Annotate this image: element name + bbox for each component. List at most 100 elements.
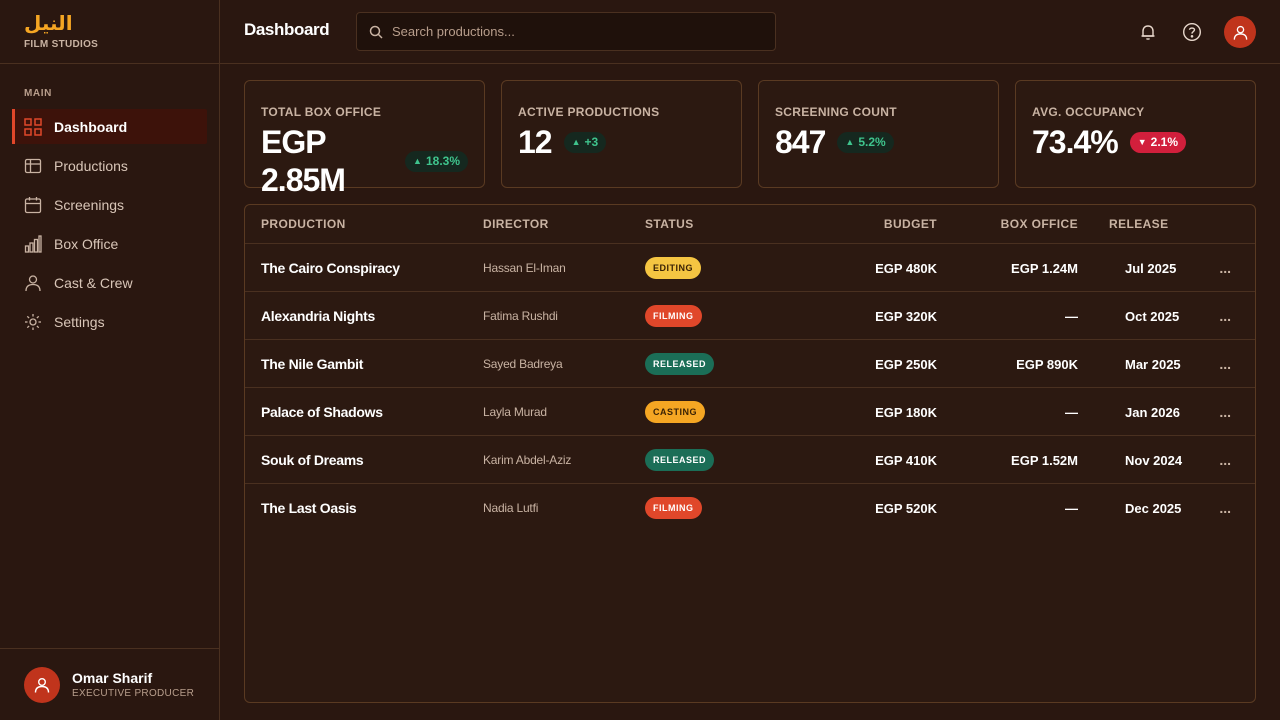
release-date: Jan 2026 — [1125, 404, 1180, 420]
sidebar-item-label: Productions — [54, 157, 128, 174]
stat-label: AVG. OCCUPANCY — [1032, 105, 1145, 119]
budget-value: EGP 180K — [875, 404, 937, 420]
column-header-production[interactable]: PRODUCTION — [261, 217, 346, 231]
column-header-budget[interactable]: BUDGET — [884, 217, 937, 231]
table-row[interactable]: Souk of Dreams Karim Abdel-Aziz RELEASED EG… — [245, 436, 1255, 484]
budget-value: EGP 480K — [875, 260, 937, 276]
more-options-button[interactable]: ... — [1219, 340, 1231, 388]
column-header-director[interactable]: DIRECTOR — [483, 217, 549, 231]
table-row[interactable]: The Nile Gambit Sayed Badreya RELEASED EGP … — [245, 340, 1255, 388]
person-icon — [24, 274, 42, 292]
table-row[interactable]: The Last Oasis Nadia Lutfi FILMING EGP 520K… — [245, 484, 1255, 532]
stat-delta-badge: ▲ 5.2% — [837, 131, 894, 153]
brand[interactable]: النيل FILM STUDIOS — [0, 0, 219, 64]
more-options-button[interactable]: ... — [1219, 388, 1231, 436]
sidebar-item-label: Cast & Crew — [54, 274, 133, 291]
release-date: Oct 2025 — [1125, 308, 1180, 324]
stat-cards: TOTAL BOX OFFICE EGP 2.85M ▲ 18.3% ACTIVE… — [244, 80, 1256, 198]
brand-subtitle: FILM STUDIOS — [24, 39, 99, 50]
director-name: Karim Abdel-Aziz — [483, 453, 572, 467]
stat-value: 73.4% — [1032, 124, 1119, 160]
director-name: Hassan El-Iman — [483, 261, 566, 275]
account-avatar-button[interactable] — [1224, 16, 1256, 48]
stat-label: SCREENING COUNT — [775, 105, 897, 119]
production-title[interactable]: The Cairo Conspiracy — [261, 244, 400, 292]
sidebar-item-productions[interactable]: Productions — [12, 148, 207, 183]
box-office-value: EGP 1.52M — [1011, 452, 1078, 468]
budget-value: EGP 250K — [875, 356, 937, 372]
grid-icon — [24, 117, 42, 136]
budget-value: EGP 520K — [875, 500, 937, 516]
brand-logo[interactable]: النيل — [24, 12, 195, 34]
director-name: Layla Murad — [483, 405, 547, 419]
bell-icon — [1141, 25, 1155, 40]
arrow-up-icon: ▲ — [571, 137, 581, 147]
stat-card-box-office: TOTAL BOX OFFICE EGP 2.85M ▲ 18.3% — [244, 80, 485, 198]
budget-value: EGP 410K — [875, 452, 937, 468]
budget-value: EGP 320K — [875, 308, 937, 324]
column-header-status[interactable]: STATUS — [645, 217, 694, 231]
user-icon — [34, 677, 50, 693]
table-body: The Cairo Conspiracy Hassan El-Iman EDITIN… — [245, 244, 1255, 532]
status-cell: FILMING — [645, 292, 702, 340]
stat-delta-badge: ▼ 2.1% — [1129, 131, 1187, 153]
avatar[interactable] — [24, 666, 60, 703]
nav-section-label: MAIN — [24, 88, 52, 99]
sidebar-item-dashboard[interactable]: Dashboard — [12, 109, 207, 144]
director-name: Sayed Badreya — [483, 357, 563, 371]
productions-table: PRODUCTION DIRECTOR STATUS BUDGET BOX OF… — [244, 204, 1256, 703]
sidebar-item-box-office[interactable]: Box Office — [12, 226, 207, 261]
sidebar-item-settings[interactable]: Settings — [12, 304, 207, 339]
more-options-button[interactable]: ... — [1219, 436, 1231, 484]
box-office-value: — — [1065, 500, 1078, 516]
production-title[interactable]: Alexandria Nights — [261, 292, 375, 340]
table-row[interactable]: Palace of Shadows Layla Murad CASTING EGP 1… — [245, 388, 1255, 436]
more-options-button[interactable]: ... — [1219, 292, 1231, 340]
arrow-down-icon: ▼ — [1137, 137, 1147, 147]
production-title[interactable]: Souk of Dreams — [261, 436, 364, 484]
status-cell: RELEASED — [645, 436, 715, 484]
production-title[interactable]: Palace of Shadows — [261, 388, 383, 436]
stat-delta: 18.3% — [425, 154, 460, 168]
status-cell: RELEASED — [645, 340, 715, 388]
stat-delta: 5.2% — [858, 135, 886, 149]
user-name: Omar Sharif — [72, 670, 153, 686]
search-input[interactable] — [392, 24, 752, 39]
help-button[interactable] — [1176, 16, 1208, 48]
status-badge: FILMING — [645, 497, 702, 519]
search-bar[interactable] — [356, 12, 776, 51]
status-cell: CASTING — [645, 388, 705, 436]
status-badge: RELEASED — [645, 353, 715, 375]
stat-value: 847 — [775, 124, 826, 160]
help-icon — [1182, 22, 1202, 42]
status-badge: FILMING — [645, 305, 702, 327]
director-name: Fatima Rushdi — [483, 309, 558, 323]
stat-card-avg-occupancy: AVG. OCCUPANCY 73.4% ▼ 2.1% — [1015, 80, 1256, 188]
topbar: Dashboard — [220, 0, 1280, 64]
table-row[interactable]: Alexandria Nights Fatima Rushdi FILMING EGP… — [245, 292, 1255, 340]
column-header-release[interactable]: RELEASE — [1109, 217, 1168, 231]
more-options-button[interactable]: ... — [1219, 484, 1231, 532]
table-row[interactable]: The Cairo Conspiracy Hassan El-Iman EDITIN… — [245, 244, 1255, 292]
sidebar-item-label: Box Office — [54, 235, 119, 252]
sidebar-item-label: Settings — [54, 313, 105, 330]
production-title[interactable]: The Last Oasis — [261, 484, 357, 532]
status-cell: FILMING — [645, 484, 702, 532]
column-header-box-office[interactable]: BOX OFFICE — [1001, 217, 1078, 231]
notifications-button[interactable] — [1132, 16, 1164, 48]
more-options-button[interactable]: ... — [1219, 244, 1231, 292]
stat-value: 12 — [518, 124, 553, 160]
status-cell: EDITING — [645, 244, 702, 292]
director-name: Nadia Lutfi — [483, 501, 539, 515]
sidebar-item-cast-crew[interactable]: Cast & Crew — [12, 265, 207, 300]
production-title[interactable]: The Nile Gambit — [261, 340, 363, 388]
stat-delta: 2.1% — [1150, 135, 1179, 149]
user-profile[interactable]: Omar Sharif EXECUTIVE PRODUCER — [0, 648, 219, 720]
table-header: PRODUCTION DIRECTOR STATUS BUDGET BOX OF… — [245, 205, 1255, 244]
stat-label: TOTAL BOX OFFICE — [261, 105, 382, 119]
stat-label: ACTIVE PRODUCTIONS — [518, 105, 660, 119]
box-office-value: — — [1065, 308, 1078, 324]
stat-card-active-productions: ACTIVE PRODUCTIONS 12 ▲ +3 — [501, 80, 742, 188]
sidebar-item-screenings[interactable]: Screenings — [12, 187, 207, 222]
box-office-value: EGP 890K — [1016, 356, 1078, 372]
